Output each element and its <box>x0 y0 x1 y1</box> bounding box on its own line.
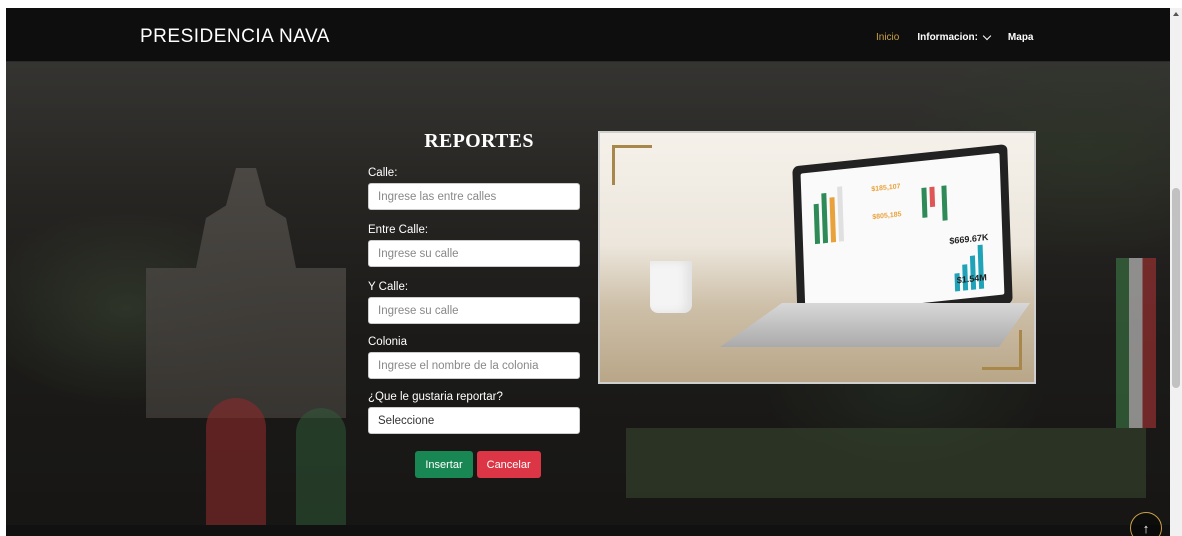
dash-bar <box>829 197 837 243</box>
footer-strip <box>6 525 1170 536</box>
decor-green <box>296 408 346 536</box>
frame-corner-bottom-right <box>982 330 1022 370</box>
laptop-screen-graphic: $669.67K $1.54M $185,107 $805,185 <box>792 143 1013 327</box>
field-reporte: ¿Que le gustaria reportar? Seleccione <box>368 391 580 434</box>
field-label: Y Calle: <box>368 281 409 293</box>
navbar: PRESIDENCIA NAVA Inicio Informacion: Map… <box>6 8 1170 62</box>
kpi-value: $805,185 <box>872 211 902 222</box>
dash-bar <box>813 203 821 245</box>
brand-logo[interactable]: PRESIDENCIA NAVA <box>140 26 330 48</box>
kpi-value: $669.67K <box>949 232 989 247</box>
calle-input[interactable] <box>368 183 580 210</box>
nav-item-label: Informacion: <box>917 32 978 43</box>
kpi-value: $185,107 <box>871 183 901 194</box>
flag-decor <box>1116 258 1156 428</box>
field-label: Entre Calle: <box>368 224 429 236</box>
field-entre-calle: Entre Calle: <box>368 224 580 267</box>
field-colonia: Colonia <box>368 336 580 379</box>
form-title: REPORTES <box>424 130 534 152</box>
colonia-input[interactable] <box>368 352 580 379</box>
scroll-up-arrow-icon[interactable] <box>1173 12 1179 16</box>
reports-image: $669.67K $1.54M $185,107 $805,185 <box>598 131 1036 384</box>
dash-bar <box>821 192 829 244</box>
dash-bar <box>921 187 928 218</box>
dashboard-graphic: $669.67K $1.54M $185,107 $805,185 <box>800 152 1005 316</box>
nav-item-informacion[interactable]: Informacion: <box>917 31 992 43</box>
field-label: ¿Que le gustaria reportar? <box>368 391 503 403</box>
report-type-select[interactable]: Seleccione <box>368 407 580 434</box>
nav-item-label: Mapa <box>1007 32 1034 43</box>
browser-top-strip <box>0 0 1182 8</box>
nav-item-inicio[interactable]: Inicio <box>876 32 899 43</box>
field-label: Colonia <box>368 336 407 348</box>
insert-button[interactable]: Insertar <box>415 451 473 478</box>
frame-corner-top-left <box>612 145 652 185</box>
scroll-thumb[interactable] <box>1172 188 1180 388</box>
dash-bar <box>929 186 936 208</box>
church-silhouette <box>146 168 346 418</box>
cancel-button[interactable]: Cancelar <box>476 451 541 478</box>
report-form: REPORTES Calle: Entre Calle: Y Calle: Co… <box>368 130 580 478</box>
field-calle: Calle: <box>368 167 580 210</box>
form-buttons: Insertar Cancelar <box>376 451 580 478</box>
page-scrollbar[interactable] <box>1170 8 1182 536</box>
mug-graphic <box>650 261 692 313</box>
entre-calle-input[interactable] <box>368 240 580 267</box>
chevron-down-icon <box>982 31 992 40</box>
field-label: Calle: <box>368 167 398 179</box>
field-y-calle: Y Calle: <box>368 281 580 324</box>
nav-item-mapa[interactable]: Mapa <box>1008 32 1034 43</box>
decor-red <box>206 398 266 536</box>
y-calle-input[interactable] <box>368 297 580 324</box>
dash-bar <box>941 185 948 221</box>
nav-item-label: Inicio <box>876 32 900 43</box>
nav-menu: Inicio Informacion: Mapa <box>876 31 1051 43</box>
arrow-up-icon: ↑ <box>1142 520 1150 536</box>
back-to-top-button[interactable]: ↑ <box>1130 512 1162 536</box>
dash-bar <box>837 186 845 242</box>
plaza-garden <box>626 428 1146 498</box>
